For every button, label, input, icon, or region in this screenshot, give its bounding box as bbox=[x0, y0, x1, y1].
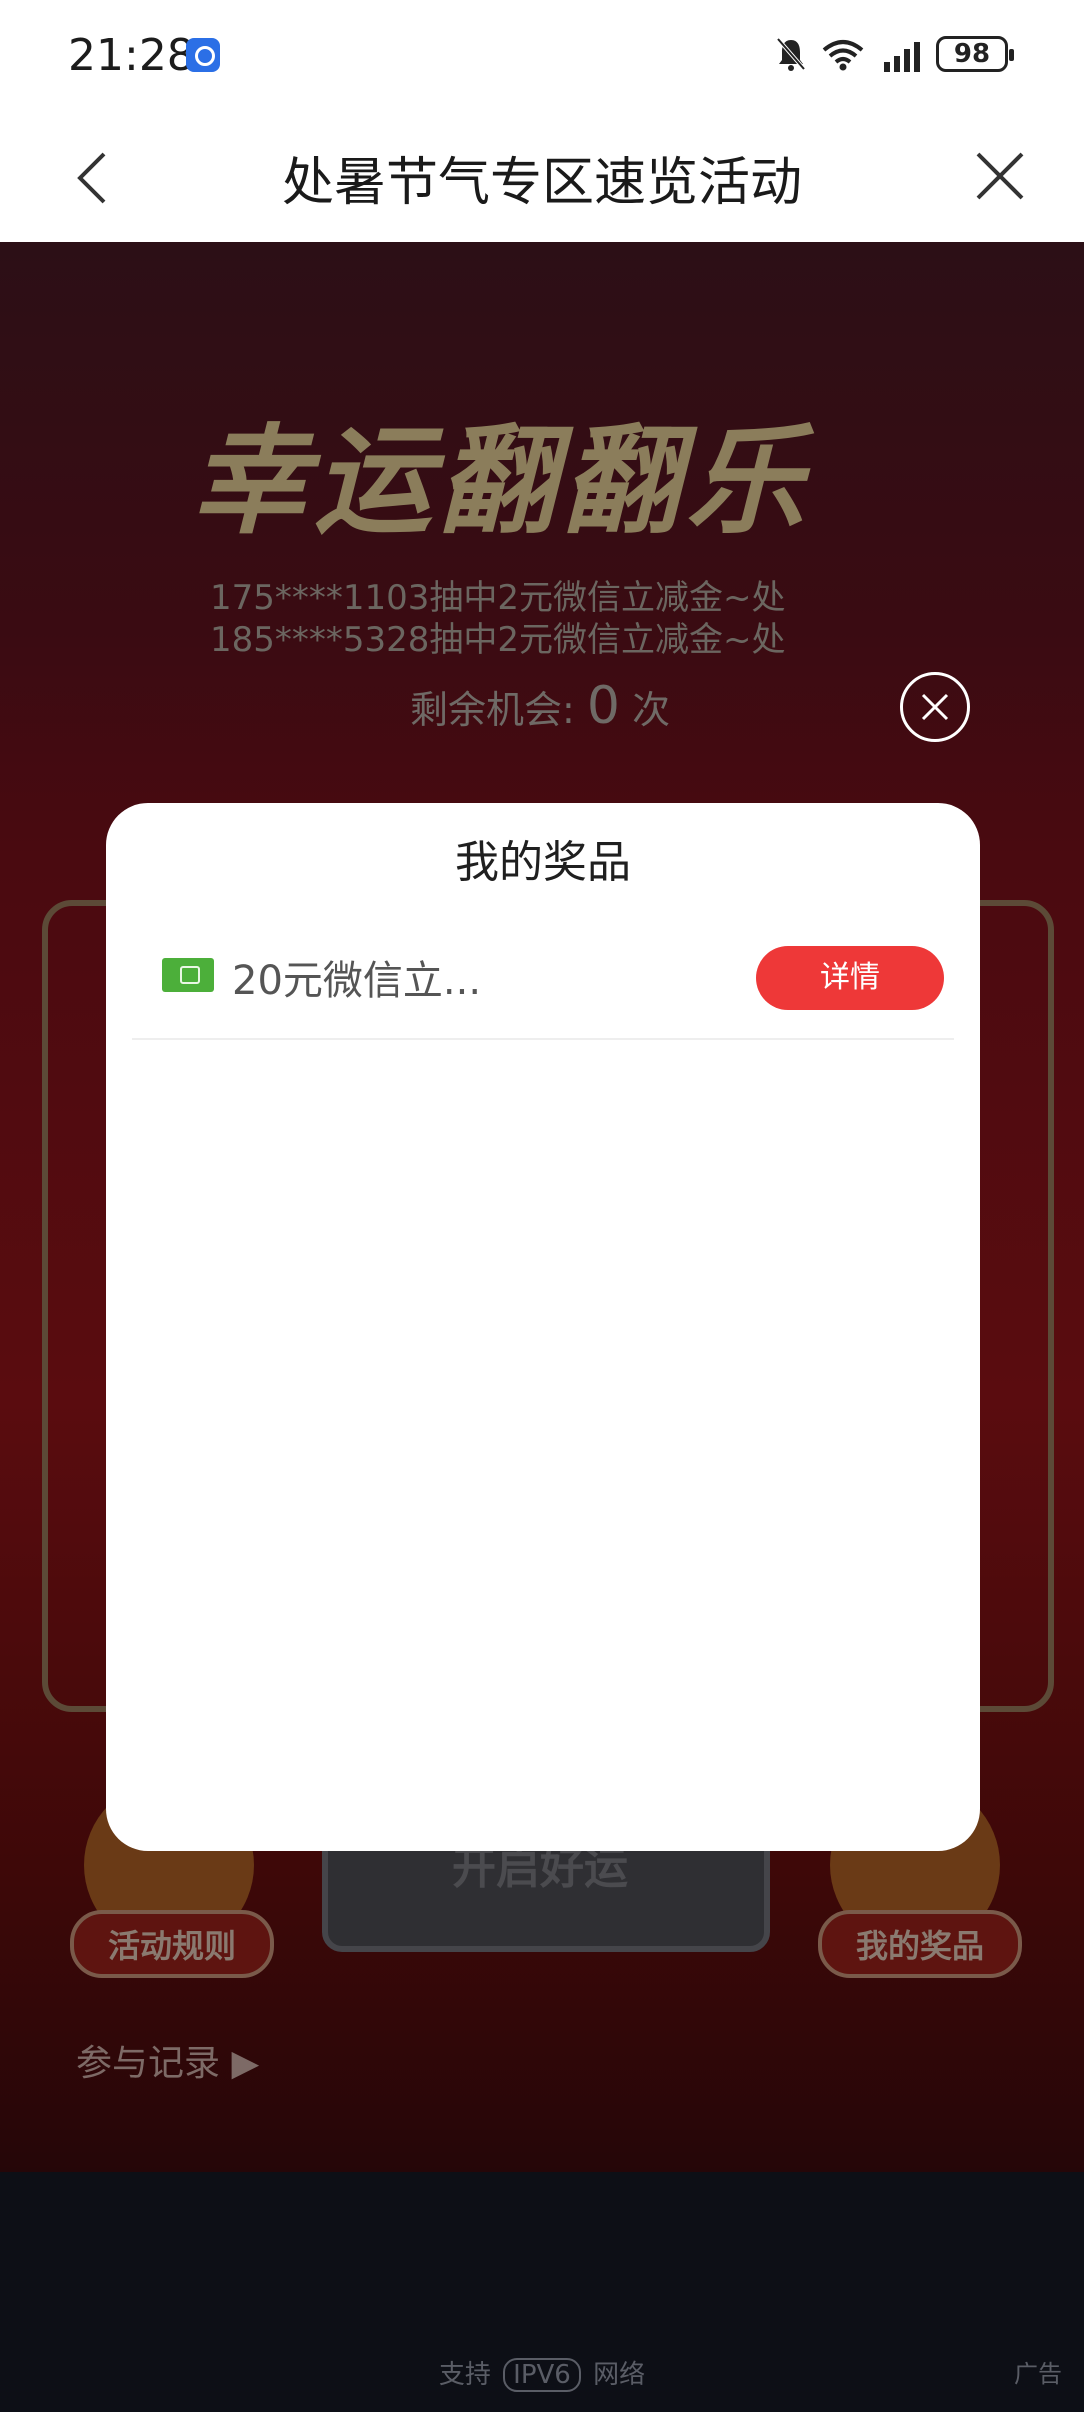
remaining-chances: 剩余机会: 0 次 bbox=[410, 676, 670, 736]
status-time: 21:28 bbox=[68, 30, 195, 81]
page-title: 处暑节气专区速览活动 bbox=[281, 153, 802, 213]
ipv6-tag: IPV6 bbox=[503, 2358, 581, 2392]
remaining-unit: 次 bbox=[632, 688, 671, 732]
detail-button[interactable]: 详情 bbox=[756, 946, 944, 1010]
close-icon[interactable] bbox=[972, 148, 1028, 204]
modal-title: 我的奖品 bbox=[455, 837, 631, 888]
my-prizes-button-label: 我的奖品 bbox=[855, 1927, 984, 1965]
mute-bell-icon bbox=[776, 37, 806, 71]
winner-ticker-line: 185****5328抽中2元微信立减金~处 bbox=[210, 620, 786, 660]
rules-button-label: 活动规则 bbox=[107, 1927, 236, 1965]
app-notification-icon bbox=[186, 38, 220, 72]
signal-icon bbox=[884, 42, 920, 72]
remaining-count: 0 bbox=[586, 676, 620, 736]
remaining-label: 剩余机会: bbox=[410, 688, 575, 732]
modal-close-button[interactable] bbox=[900, 672, 970, 742]
ipv6-support-text: 支持 IPV6 网络 bbox=[0, 2354, 1084, 2392]
battery-indicator: 98 bbox=[936, 36, 1014, 72]
wifi-icon bbox=[822, 40, 864, 71]
prize-name: 20元微信立... bbox=[232, 958, 482, 1004]
support-suffix: 网络 bbox=[593, 2360, 646, 2390]
support-prefix: 支持 bbox=[438, 2360, 491, 2390]
game-title: 幸运翻翻乐 bbox=[190, 412, 811, 550]
ad-label: 广告 bbox=[1014, 2360, 1062, 2388]
records-link[interactable]: 参与记录 ▶ bbox=[76, 2034, 259, 2086]
wechat-voucher-icon bbox=[162, 958, 214, 992]
divider bbox=[132, 1038, 954, 1040]
close-icon bbox=[921, 693, 949, 721]
